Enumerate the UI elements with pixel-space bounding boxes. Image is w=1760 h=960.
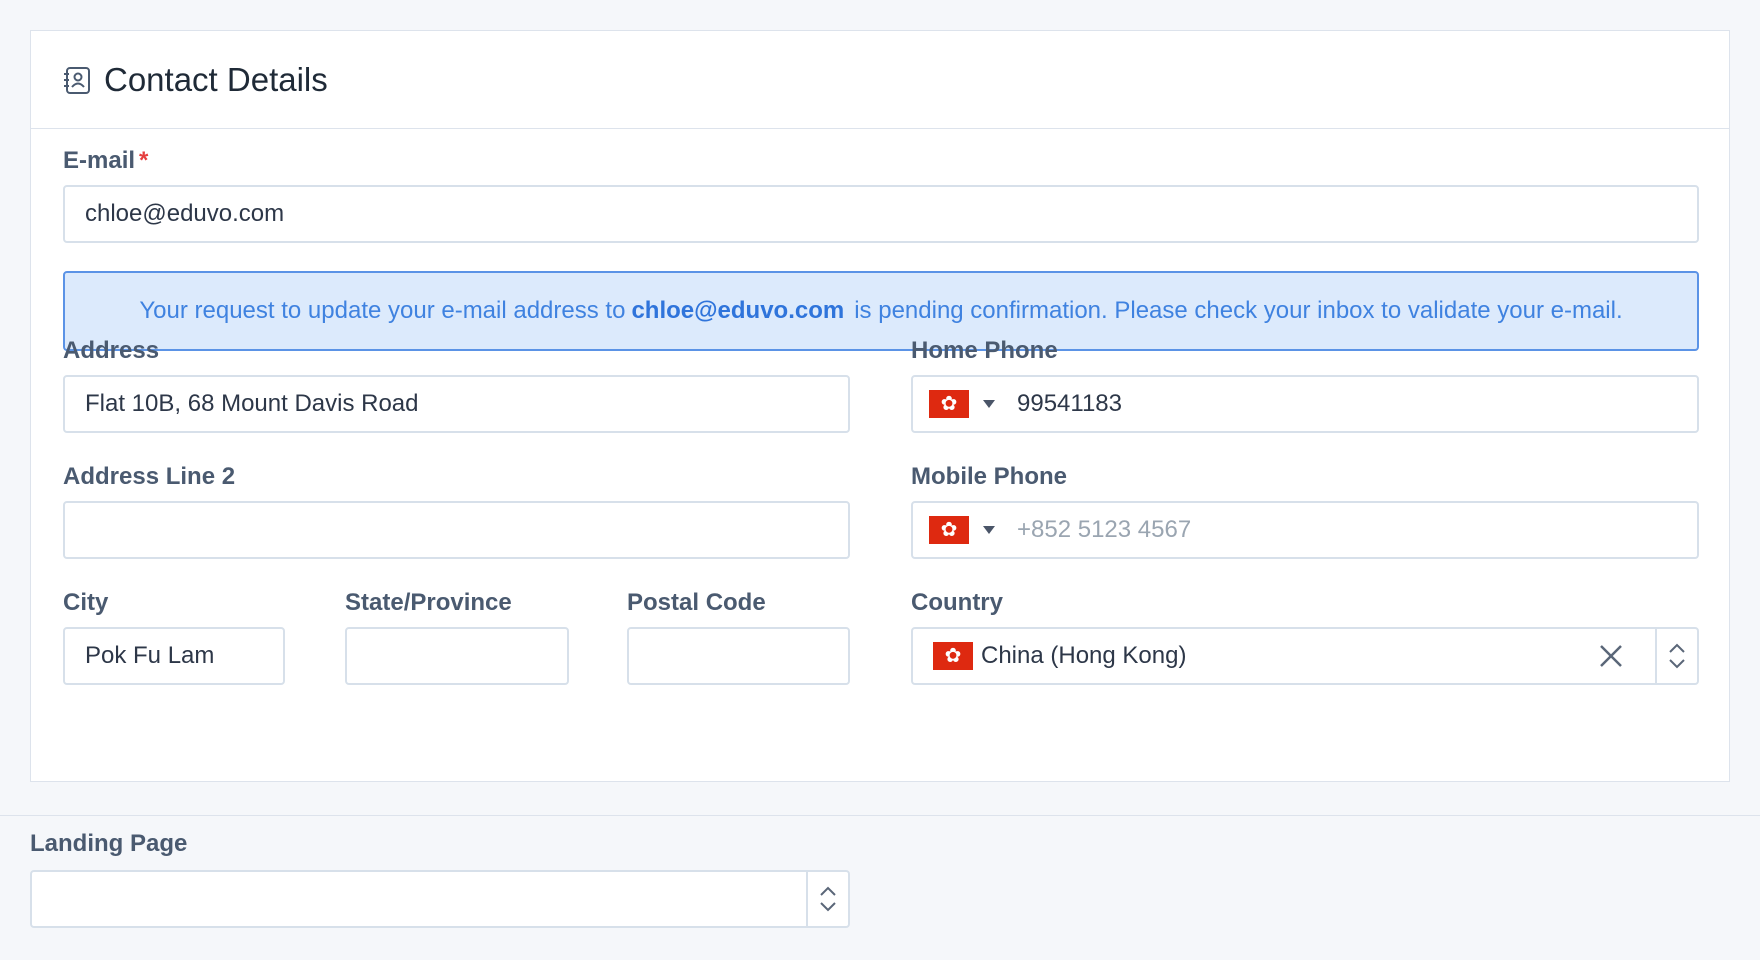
home-phone-label: Home Phone: [911, 337, 1058, 364]
email-field[interactable]: chloe@eduvo.com: [63, 185, 1699, 243]
page-title: Contact Details: [104, 60, 328, 98]
caret-down-icon: [983, 526, 995, 534]
hong-kong-flag-icon: ✿: [933, 642, 973, 670]
alert-email: chloe@eduvo.com: [631, 297, 845, 324]
address-line2-field[interactable]: [63, 501, 850, 559]
hong-kong-flag-icon: ✿: [929, 516, 969, 544]
home-phone-country-selector[interactable]: ✿: [929, 390, 1017, 418]
required-mark: *: [139, 147, 149, 174]
email-value: chloe@eduvo.com: [85, 200, 285, 227]
hong-kong-flag-icon: ✿: [929, 390, 969, 418]
email-label-text: E-mail: [63, 147, 136, 174]
landing-page-stepper[interactable]: [806, 872, 848, 926]
contact-details-card: Contact Details E-mail * chloe@eduvo.com …: [30, 30, 1730, 782]
chevron-up-icon: [1669, 643, 1685, 653]
mobile-phone-field[interactable]: ✿ +852 5123 4567: [911, 501, 1699, 559]
chevron-down-icon: [820, 902, 836, 912]
email-label: E-mail *: [63, 147, 148, 175]
address-field[interactable]: Flat 10B, 68 Mount Davis Road: [63, 375, 850, 433]
country-stepper[interactable]: [1655, 629, 1697, 683]
alert-text-after: is pending confirmation. Please check yo…: [854, 297, 1623, 324]
card-header: Contact Details: [31, 31, 1729, 129]
caret-down-icon: [983, 400, 995, 408]
section-divider: [0, 815, 1760, 816]
state-label: State/Province: [345, 589, 512, 616]
chevron-down-icon: [1669, 659, 1685, 669]
city-value: Pok Fu Lam: [85, 642, 215, 669]
address-value: Flat 10B, 68 Mount Davis Road: [85, 390, 419, 417]
address-label: Address: [63, 337, 160, 364]
mobile-phone-label: Mobile Phone: [911, 463, 1067, 490]
country-select[interactable]: ✿ China (Hong Kong): [911, 627, 1699, 685]
postal-code-field[interactable]: [627, 627, 850, 685]
mobile-phone-country-selector[interactable]: ✿: [929, 516, 1017, 544]
alert-text-before: Your request to update your e-mail addre…: [139, 297, 626, 324]
postal-code-label: Postal Code: [627, 589, 766, 616]
chevron-up-icon: [820, 886, 836, 896]
clear-icon[interactable]: [1597, 642, 1625, 670]
pending-confirmation-alert: Your request to update your e-mail addre…: [63, 271, 1699, 351]
state-field[interactable]: [345, 627, 569, 685]
country-label: Country: [911, 589, 1003, 616]
address-line2-label: Address Line 2: [63, 463, 236, 490]
mobile-phone-placeholder: +852 5123 4567: [1017, 516, 1192, 543]
home-phone-field[interactable]: ✿ 99541183: [911, 375, 1699, 433]
city-label: City: [63, 589, 109, 616]
landing-page-select[interactable]: [30, 870, 850, 928]
home-phone-value: 99541183: [1017, 390, 1122, 417]
country-value: China (Hong Kong): [981, 642, 1187, 669]
address-book-icon: [61, 64, 93, 96]
city-field[interactable]: Pok Fu Lam: [63, 627, 285, 685]
landing-page-label: Landing Page: [30, 830, 188, 857]
